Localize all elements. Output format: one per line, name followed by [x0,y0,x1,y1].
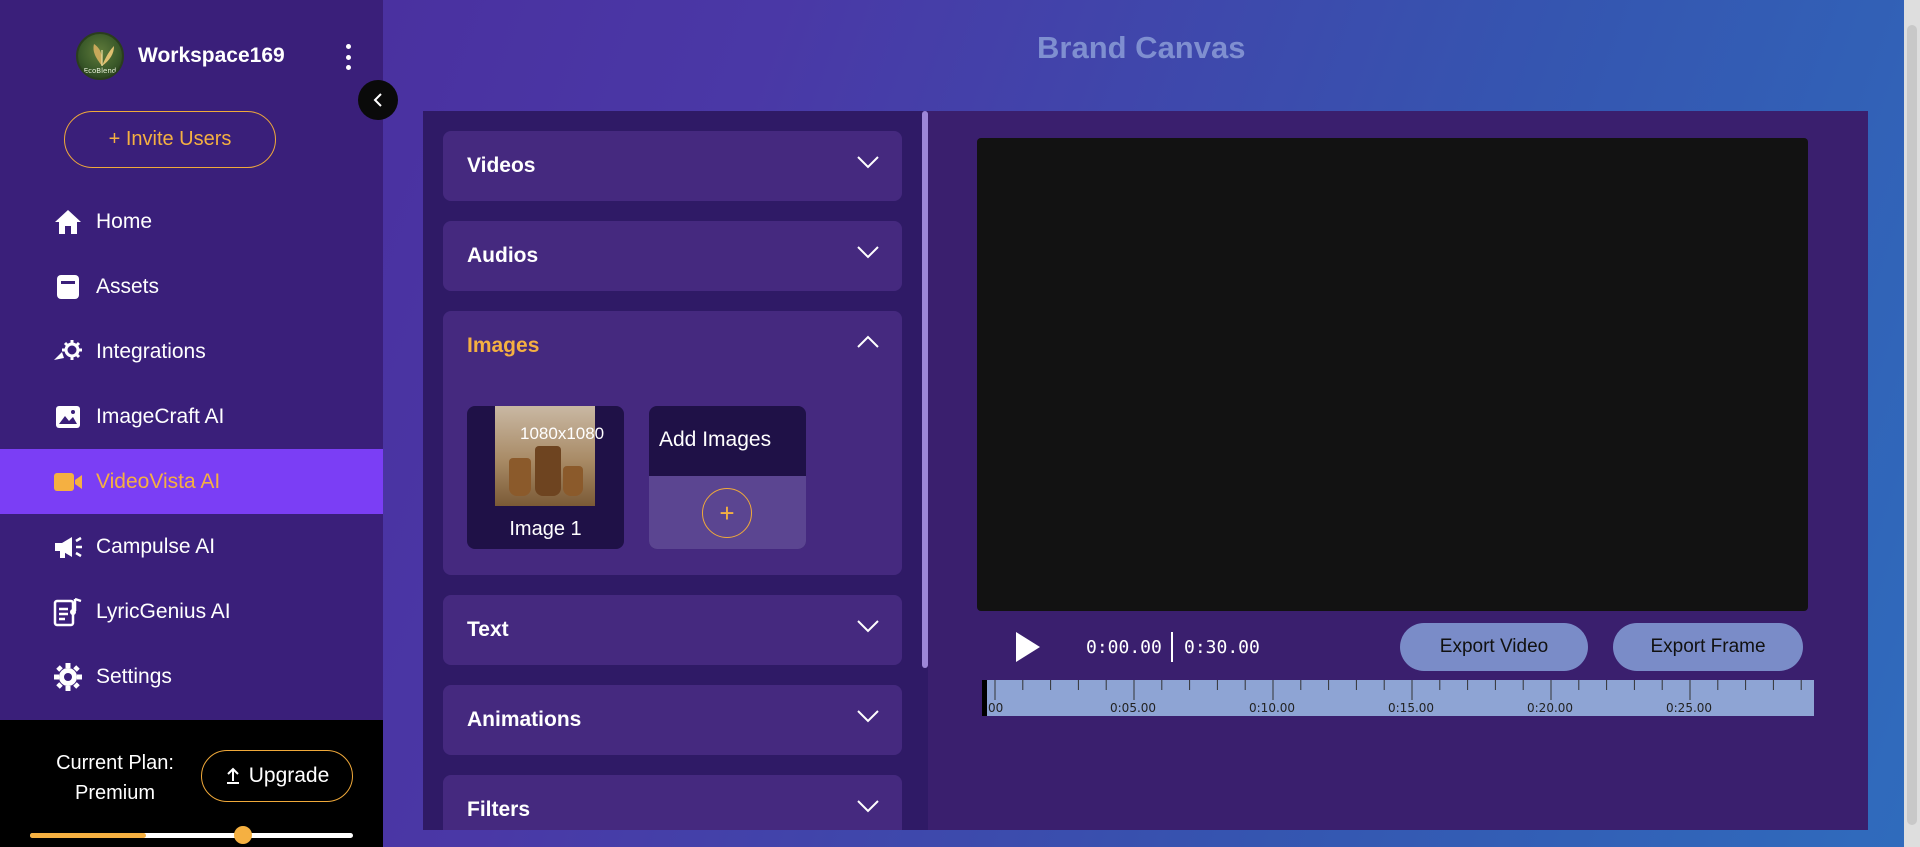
sidebar-item-lyricgenius[interactable]: LyricGenius AI [0,579,383,644]
chevron-down-icon [857,800,879,813]
section-text-header[interactable]: Text [443,595,902,665]
plus-icon[interactable]: + [702,488,752,538]
section-filters[interactable]: Filters [443,775,902,830]
section-label: Audios [467,244,539,267]
section-audios-header[interactable]: Audios [443,221,902,291]
sidebar-item-label: VideoVista AI [96,469,221,493]
play-icon[interactable] [1012,630,1042,664]
current-plan-label: Current Plan: [56,752,174,774]
sidebar-item-settings[interactable]: Settings [0,644,383,709]
sidebar-item-home[interactable]: Home [0,189,383,254]
image-card[interactable]: 1080x1080 Image 1 [467,406,624,549]
invite-users-button[interactable]: + Invite Users [64,111,276,168]
section-filters-header[interactable]: Filters [443,775,902,830]
sidebar-item-videovista[interactable]: VideoVista AI [0,449,383,514]
home-icon [52,206,84,238]
export-video-button[interactable]: Export Video [1400,623,1588,671]
chevron-up-icon [857,335,879,348]
chevron-down-icon [857,156,879,169]
sidebar-item-label: Settings [96,664,172,688]
gear-icon [52,661,84,693]
add-images-label: Add Images [659,428,772,451]
image-icon [52,401,84,433]
current-time: 0:00.00 [1086,637,1162,658]
timeline-tick-label: 0:10.00 [1249,701,1296,715]
section-label: Videos [467,154,536,177]
section-label: Text [467,618,509,641]
timeline-tick-label: 00 [988,701,1004,715]
image-thumbnail [495,406,595,506]
total-time: 0:30.00 [1184,637,1260,658]
sidebar-nav: Home Assets Integrations ImageCraft AI V… [0,189,383,709]
section-animations[interactable]: Animations [443,685,902,755]
section-label: Animations [467,708,582,731]
section-text[interactable]: Text [443,595,902,665]
sidebar-item-label: ImageCraft AI [96,404,225,428]
slider-thumb[interactable] [234,826,253,844]
assets-icon [52,271,84,303]
upload-arrow-icon [226,767,239,784]
megaphone-icon [52,531,84,563]
workspace-logo: EcoBlend [76,32,124,80]
integrations-icon [52,336,84,368]
add-images-button[interactable]: Add Images + [649,406,806,549]
section-images-header[interactable]: Images [443,311,902,381]
more-options-icon[interactable] [338,44,358,70]
time-divider [1171,632,1173,662]
section-label: Filters [467,798,531,821]
sidebar-item-assets[interactable]: Assets [0,254,383,319]
image-name: Image 1 [509,518,582,540]
page-scrollbar[interactable] [1907,25,1917,825]
timeline-tick-label: 0:25.00 [1666,701,1713,715]
workspace-header[interactable]: EcoBlend Workspace169 [76,30,285,82]
sidebar-item-imagecraft[interactable]: ImageCraft AI [0,384,383,449]
collapse-sidebar-button[interactable] [358,80,398,120]
section-label: Images [467,334,540,357]
section-images: Images 1080x1080 Image 1 Add Images + [443,311,902,575]
sidebar-item-campulse[interactable]: Campulse AI [0,514,383,579]
timeline[interactable]: 00 0:05.00 0:10.00 0:15.00 0:20.00 0:25.00 [982,680,1814,716]
plan-box: Current Plan: Premium Upgrade [0,720,383,847]
sidebar-item-integrations[interactable]: Integrations [0,319,383,384]
chevron-down-icon [857,710,879,723]
sidebar: EcoBlend Workspace169 + Invite Users Hom… [0,0,383,847]
leaf-icon [93,44,114,66]
current-plan-value: Premium [74,782,155,804]
current-plan: Current Plan: Premium [40,748,190,808]
video-preview[interactable] [977,138,1808,611]
video-camera-icon [52,466,84,498]
workspace-logo-text: EcoBlend [83,67,117,75]
upgrade-label: Upgrade [248,764,330,787]
sidebar-item-label: Integrations [96,339,206,363]
chevron-down-icon [857,246,879,259]
upgrade-button[interactable]: Upgrade [201,750,353,802]
usage-slider[interactable] [30,826,353,844]
timeline-tick-label: 0:05.00 [1110,701,1157,715]
sidebar-item-label: Assets [96,274,160,298]
page-title: Brand Canvas [1037,30,1246,65]
chevron-down-icon [857,620,879,633]
section-audios[interactable]: Audios [443,221,902,291]
timeline-tick-label: 0:15.00 [1388,701,1435,715]
workspace-name: Workspace169 [138,44,285,67]
export-frame-button[interactable]: Export Frame [1613,623,1803,671]
section-animations-header[interactable]: Animations [443,685,902,755]
media-panel: Videos Audios Images 1080x1080 Image 1 A… [423,111,928,830]
chevron-left-icon [373,93,382,107]
slider-fill [30,833,147,838]
section-videos-header[interactable]: Videos [443,131,902,201]
timeline-tick-label: 0:20.00 [1527,701,1574,715]
sidebar-item-label: Home [96,209,153,233]
section-videos[interactable]: Videos [443,131,902,201]
image-resolution: 1080x1080 [520,424,605,443]
sidebar-item-label: Campulse AI [96,534,216,558]
lyric-icon [52,596,84,628]
sidebar-item-label: LyricGenius AI [96,599,231,623]
timeline-playhead[interactable] [982,680,987,716]
